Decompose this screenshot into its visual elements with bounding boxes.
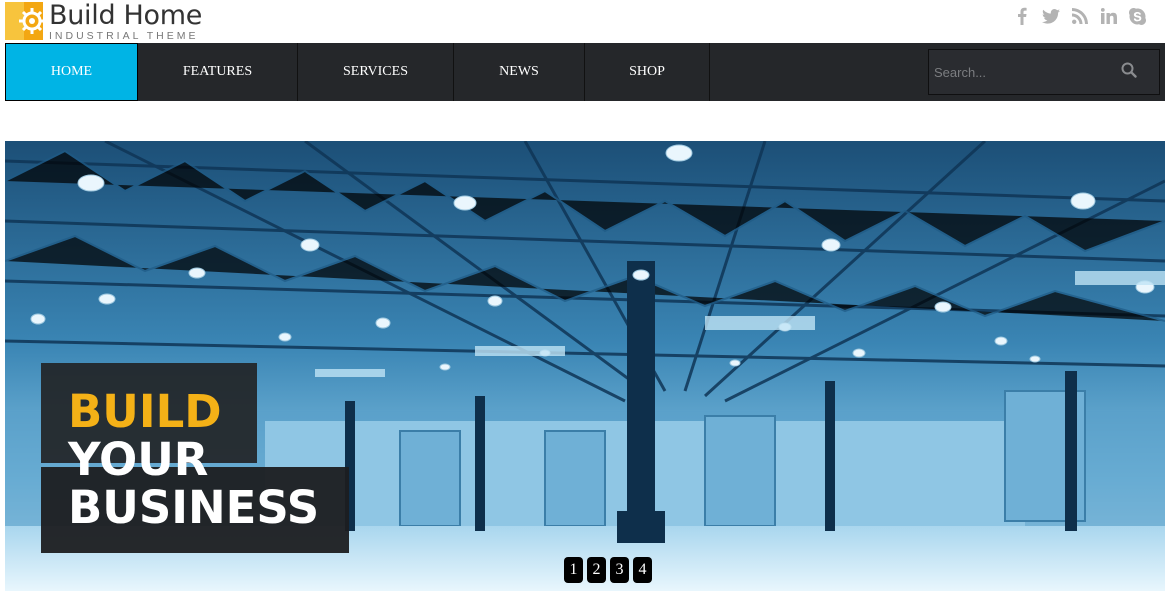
caption-line-business: BUSINESS — [68, 481, 320, 534]
caption-line-build: BUILD — [68, 385, 222, 438]
nav-item-features[interactable]: FEATURES — [138, 43, 298, 101]
slide-page-1[interactable]: 1 — [564, 557, 583, 583]
facebook-icon[interactable] — [1010, 6, 1033, 26]
search-input[interactable] — [929, 50, 1119, 94]
site-subtitle: INDUSTRIAL THEME — [49, 30, 199, 42]
skype-icon[interactable] — [1126, 6, 1149, 26]
site-logo[interactable]: Build Home INDUSTRIAL THEME — [5, 2, 202, 42]
slide-page-2[interactable]: 2 — [587, 557, 606, 583]
slide-page-3[interactable]: 3 — [610, 557, 629, 583]
twitter-icon[interactable] — [1039, 6, 1062, 26]
linkedin-icon[interactable] — [1097, 6, 1120, 26]
main-navigation: HOME FEATURES SERVICES NEWS SHOP — [5, 43, 1165, 101]
nav-item-shop[interactable]: SHOP — [585, 43, 710, 101]
slider-pagination: 1 2 3 4 — [564, 557, 652, 583]
search-icon[interactable] — [1121, 62, 1139, 80]
caption-line-your: YOUR — [68, 433, 209, 486]
rss-icon[interactable] — [1068, 6, 1091, 26]
social-links — [1010, 6, 1149, 26]
hero-slider: BUILD YOUR BUSINESS 1 2 3 4 — [5, 141, 1165, 591]
slide-page-4[interactable]: 4 — [633, 557, 652, 583]
site-title: Build Home — [49, 0, 203, 31]
nav-item-news[interactable]: NEWS — [454, 43, 585, 101]
nav-item-home[interactable]: HOME — [5, 43, 138, 101]
search-box — [928, 49, 1160, 95]
nav-item-services[interactable]: SERVICES — [298, 43, 454, 101]
gear-logo-icon — [5, 2, 43, 40]
